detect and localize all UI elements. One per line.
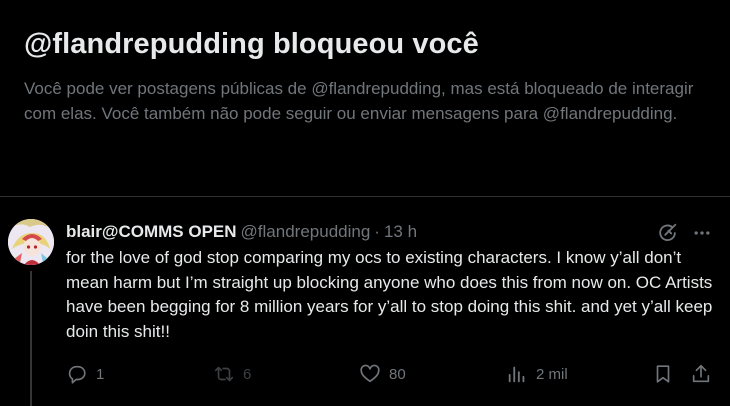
repost-button[interactable]: 6	[213, 363, 251, 385]
bookmark-icon	[652, 363, 674, 385]
reply-count: 1	[96, 365, 105, 383]
views-count: 2 mil	[536, 365, 568, 383]
share-icon	[690, 363, 712, 385]
like-count: 80	[389, 365, 406, 383]
share-button[interactable]	[690, 363, 712, 385]
views-icon	[506, 363, 528, 385]
post[interactable]: blair@COMMS OPEN @flandrepudding · 13 h for…	[0, 197, 730, 406]
repost-icon	[213, 363, 235, 385]
separator-dot: ·	[374, 222, 380, 241]
views-button[interactable]: 2 mil	[506, 363, 568, 385]
header-icons	[656, 221, 714, 245]
reply-button[interactable]: 1	[66, 363, 104, 385]
heart-icon	[359, 363, 381, 385]
post-time[interactable]: 13 h	[384, 222, 417, 241]
avatar[interactable]	[8, 219, 54, 265]
user-handle[interactable]: @flandrepudding	[241, 222, 371, 241]
post-actions: 1 6 80 2 mil	[0, 362, 730, 388]
reply-icon	[66, 363, 88, 385]
blocked-title: @flandrepudding bloqueou você	[24, 28, 479, 60]
more-icon[interactable]	[690, 221, 714, 245]
blocked-description: Você pode ver postagens públicas de @fla…	[24, 79, 694, 123]
grok-icon[interactable]	[656, 221, 680, 245]
blocked-banner: @flandrepudding bloqueou você Você pode …	[0, 0, 730, 196]
bookmark-button[interactable]	[652, 363, 674, 385]
repost-count: 6	[243, 365, 252, 383]
display-name[interactable]: blair@COMMS OPEN	[66, 222, 237, 241]
post-text: for the love of god stop comparing my oc…	[66, 248, 713, 341]
post-header: blair@COMMS OPEN @flandrepudding · 13 h	[66, 221, 417, 243]
like-button[interactable]: 80	[359, 363, 406, 385]
